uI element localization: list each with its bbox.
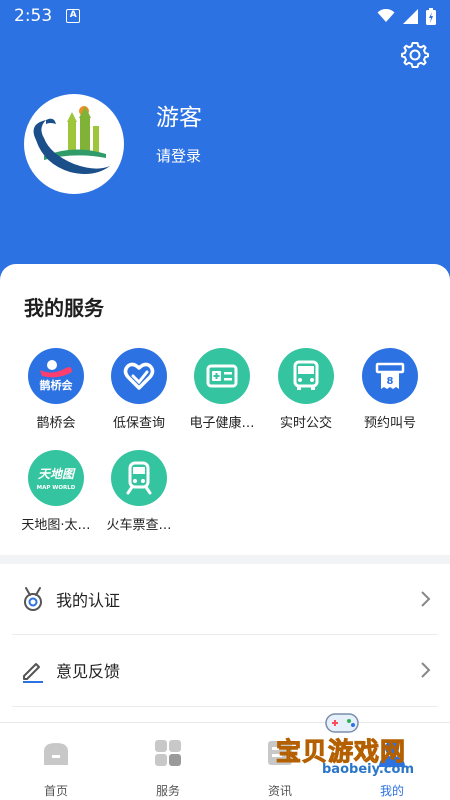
service-label: 低保查询 xyxy=(112,416,165,431)
tab-label: 我的 xyxy=(379,784,404,798)
service-label: 鹊桥会 xyxy=(36,416,76,431)
grid-icon xyxy=(155,740,181,766)
chevron-right-icon xyxy=(421,591,431,607)
profile-header: 游客 请登录 xyxy=(0,32,450,282)
service-bus[interactable]: 实时公交 xyxy=(264,348,348,431)
heart-icon xyxy=(111,348,167,404)
status-bar: 2:53 A xyxy=(0,0,450,32)
service-label: 天地图·太… xyxy=(21,518,91,533)
service-train[interactable]: 火车票查… xyxy=(97,450,181,533)
queqiao-badge-text: 鹊桥会 xyxy=(40,378,74,392)
queqiao-logo-icon: 鹊桥会 xyxy=(28,348,84,404)
wifi-icon xyxy=(377,9,395,22)
service-label: 预约叫号 xyxy=(363,416,416,431)
tab-label: 资讯 xyxy=(267,784,292,798)
bottom-tab-bar: 首页 服务 资讯 我的 xyxy=(0,722,450,800)
medal-icon xyxy=(24,587,42,611)
edit-icon xyxy=(23,663,43,683)
tab-services[interactable]: 服务 xyxy=(112,723,224,800)
status-icons xyxy=(377,7,436,25)
service-dibao[interactable]: 低保查询 xyxy=(97,348,181,431)
ticket-icon: 8 xyxy=(362,348,418,404)
battery-icon xyxy=(426,7,436,25)
services-title: 我的服务 xyxy=(24,296,104,320)
service-label: 电子健康… xyxy=(189,416,255,431)
tab-mine[interactable]: 我的 xyxy=(336,723,448,800)
tab-news[interactable]: 资讯 xyxy=(224,723,336,800)
services-card: 我的服务 鹊桥会 鹊桥会 低保查询 电子健康… 实时公交 8 预约叫号 天地图 … xyxy=(0,264,450,555)
city-logo-icon xyxy=(33,106,110,174)
menu-my-certification[interactable]: 我的认证 xyxy=(0,564,450,634)
settings-gear-icon[interactable] xyxy=(400,40,430,70)
news-icon xyxy=(268,741,292,765)
tab-label: 首页 xyxy=(43,784,68,798)
user-name: 游客 xyxy=(156,105,202,131)
tab-home[interactable]: 首页 xyxy=(0,723,112,800)
section-divider xyxy=(0,555,450,564)
service-queqiao[interactable]: 鹊桥会 鹊桥会 xyxy=(14,348,98,431)
service-health-card[interactable]: 电子健康… xyxy=(180,348,264,431)
mapworld-badge-text: 天地图 xyxy=(38,467,76,481)
status-time: 2:53 xyxy=(14,6,53,26)
mapworld-logo-icon: 天地图 MAP WORLD xyxy=(28,450,84,506)
mapworld-badge-sub: MAP WORLD xyxy=(37,485,76,491)
service-label: 火车票查… xyxy=(106,518,172,533)
user-avatar[interactable] xyxy=(24,94,124,194)
login-link[interactable]: 请登录 xyxy=(156,145,201,166)
menu-label: 意见反馈 xyxy=(56,662,121,681)
menu-divider xyxy=(12,706,438,707)
tab-label: 服务 xyxy=(155,784,180,798)
service-mapworld[interactable]: 天地图 MAP WORLD 天地图·太… xyxy=(14,450,98,533)
train-icon xyxy=(111,450,167,506)
service-queue[interactable]: 8 预约叫号 xyxy=(348,348,432,431)
notification-a-icon: A xyxy=(66,9,81,23)
menu-feedback[interactable]: 意见反馈 xyxy=(0,635,450,705)
signal-icon xyxy=(403,8,418,24)
home-icon xyxy=(44,743,68,765)
ticket-number-text: 8 xyxy=(387,376,394,387)
service-label: 实时公交 xyxy=(279,416,332,431)
chevron-right-icon xyxy=(421,662,431,678)
bus-icon xyxy=(278,348,334,404)
menu-label: 我的认证 xyxy=(56,591,121,610)
user-icon xyxy=(379,741,405,767)
health-card-icon xyxy=(194,348,250,404)
